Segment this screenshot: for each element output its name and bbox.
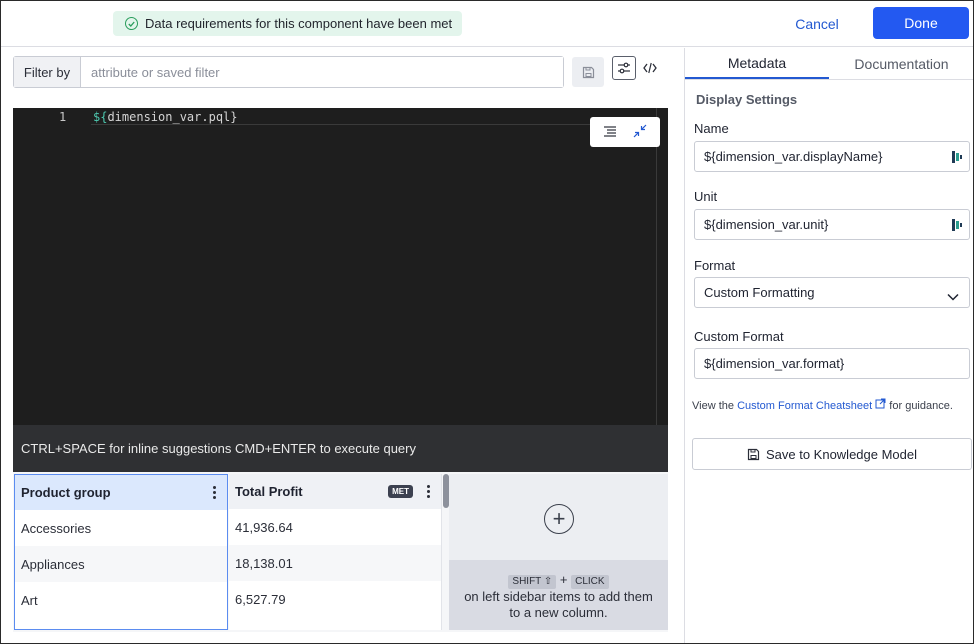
active-line-highlight [91, 124, 609, 125]
properties-panel: Metadata Documentation Display Settings … [684, 48, 973, 643]
filter-by-label: Filter by [14, 57, 81, 87]
code-icon [643, 62, 657, 74]
query-settings-button[interactable] [612, 56, 636, 80]
name-label: Name [694, 121, 729, 136]
save-icon [582, 66, 594, 78]
collapse-editor-button[interactable] [633, 124, 647, 141]
panel-tabs: Metadata Documentation [685, 48, 973, 80]
plus-sign: + [559, 572, 568, 587]
tab-documentation[interactable]: Documentation [829, 48, 973, 79]
status-banner: Data requirements for this component hav… [113, 11, 463, 36]
format-select[interactable]: Custom Formatting [694, 277, 970, 308]
tab-metadata[interactable]: Metadata [685, 48, 830, 79]
cheatsheet-link[interactable]: Custom Format Cheatsheet [737, 400, 872, 412]
save-filter-button[interactable] [572, 57, 604, 87]
code-view-button[interactable] [638, 56, 662, 80]
table-cell: 18,138.01 [229, 545, 441, 581]
top-bar: Data requirements for this component hav… [1, 1, 973, 47]
column-header-label: Total Profit [235, 484, 303, 499]
collapse-arrows-icon [633, 124, 647, 137]
format-value: Custom Formatting [704, 285, 815, 300]
column-header-label: Product group [21, 485, 111, 500]
format-lines-button[interactable] [603, 125, 617, 140]
table-column-product-group[interactable]: Product group Accessories Appliances Art [14, 474, 228, 630]
table-column-total-profit[interactable]: Total Profit MET 41,936.64 18,138.01 6,5… [229, 474, 442, 630]
add-column-plus-icon[interactable]: + [544, 504, 574, 534]
add-column-hint-line1: on left sidebar items to add them [464, 589, 653, 604]
shift-key-badge: SHIFT ⇧ [508, 575, 557, 589]
chevron-down-icon [947, 289, 959, 304]
name-value: ${dimension_var.displayName} [704, 149, 883, 164]
column-header[interactable]: Product group [15, 475, 227, 510]
met-badge: MET [388, 485, 413, 498]
table-cell: Accessories [21, 520, 92, 536]
app-frame: Data requirements for this component hav… [0, 0, 974, 644]
external-link-icon[interactable] [875, 398, 886, 412]
section-title: Display Settings [696, 92, 798, 107]
editor-toolbar [590, 117, 660, 147]
custom-format-value: ${dimension_var.format} [704, 356, 845, 371]
unit-label: Unit [694, 189, 718, 204]
click-key-badge: CLICK [571, 575, 609, 589]
save-to-knowledge-model-button[interactable]: Save to Knowledge Model [692, 438, 972, 470]
editor-hint-bar: CTRL+SPACE for inline suggestions CMD+EN… [13, 425, 668, 472]
column-header[interactable]: Total Profit MET [229, 474, 441, 509]
format-label: Format [694, 258, 736, 273]
query-editor[interactable]: 1 ${dimension_var.pql} [13, 108, 668, 425]
variable-binding-icon[interactable] [951, 218, 963, 235]
format-help-text: View the Custom Format Cheatsheet for gu… [692, 398, 962, 413]
list-lines-icon [604, 125, 616, 137]
code-token-rest: dimension_var.pql} [107, 110, 238, 124]
table-cell: 41,936.64 [235, 519, 293, 535]
cancel-button[interactable]: Cancel [779, 9, 855, 39]
editor-scrollbar[interactable] [656, 108, 668, 425]
column-menu-icon[interactable] [207, 486, 221, 499]
line-number: 1 [59, 110, 67, 124]
table-cell: Art [21, 592, 38, 608]
filter-bar: Filter by [13, 56, 564, 88]
done-button[interactable]: Done [873, 7, 969, 39]
query-workspace: Filter by 1 ${dimension_var.pql} [1, 48, 684, 643]
save-icon [747, 448, 760, 460]
add-column-area[interactable]: + SHIFT ⇧ + CLICK on left sidebar items … [449, 474, 668, 630]
custom-format-field[interactable]: ${dimension_var.format} [694, 348, 970, 379]
column-menu-icon[interactable] [421, 485, 435, 498]
table-cell: Appliances [15, 546, 227, 582]
sliders-icon [618, 62, 630, 74]
add-column-hint-line2: to a new column. [509, 605, 608, 620]
unit-field[interactable]: ${dimension_var.unit} [694, 209, 970, 240]
help-prefix: View the [692, 400, 738, 412]
code-token-open: ${ [93, 110, 108, 124]
unit-value: ${dimension_var.unit} [704, 217, 829, 232]
table-cell: 6,527.79 [235, 591, 286, 607]
code-line[interactable]: ${dimension_var.pql} [93, 110, 238, 124]
results-table: Product group Accessories Appliances Art… [13, 472, 668, 632]
filter-input[interactable] [81, 57, 563, 87]
name-field[interactable]: ${dimension_var.displayName} [694, 141, 970, 172]
save-to-knowledge-model-label: Save to Knowledge Model [765, 446, 918, 462]
variable-binding-icon[interactable] [951, 150, 963, 167]
help-suffix: for guidance. [886, 400, 953, 412]
custom-format-label: Custom Format [694, 329, 784, 344]
add-column-hint: SHIFT ⇧ + CLICK on left sidebar items to… [449, 560, 668, 630]
check-circle-icon [125, 17, 138, 30]
status-text: Data requirements for this component hav… [145, 16, 453, 31]
